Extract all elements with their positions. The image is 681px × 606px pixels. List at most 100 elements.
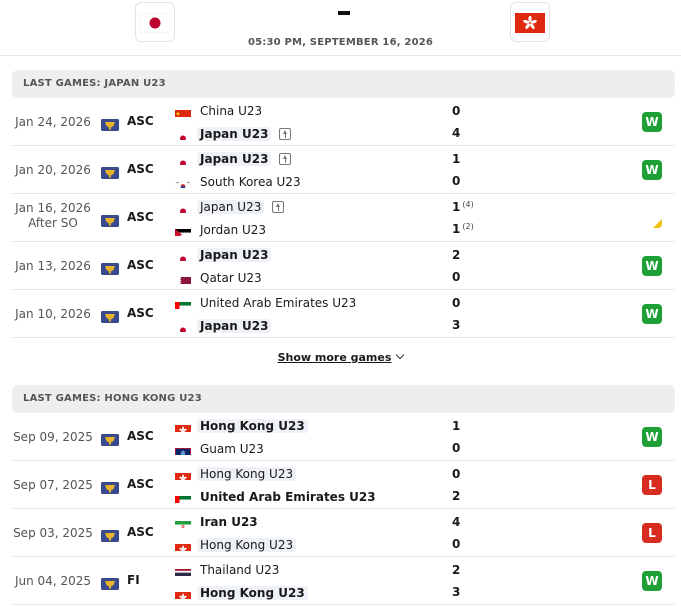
team-line[interactable]: Japan U23 <box>175 198 285 216</box>
team-name: Iran U23 <box>200 515 258 529</box>
team-name: Jordan U23 <box>200 223 267 237</box>
team-score: 4 <box>452 126 460 140</box>
match-date: Jan 20, 2026 <box>12 163 94 177</box>
result-badge: L <box>642 475 662 495</box>
competition-label: ASC <box>127 429 154 443</box>
score-value: 0 <box>452 441 461 455</box>
team-name: Hong Kong U23 <box>197 419 308 433</box>
team-line[interactable]: Japan U23 <box>175 246 272 264</box>
team-line[interactable]: China U23 <box>175 102 262 120</box>
score-separator <box>338 11 350 15</box>
match-date: Sep 07, 2025 <box>12 478 94 492</box>
team-line[interactable]: Hong Kong U23 <box>175 584 308 602</box>
team-line[interactable]: Jordan U23 <box>175 221 266 239</box>
result-badge: W <box>642 571 662 591</box>
flag-jp-icon <box>175 202 191 213</box>
competition-label: ASC <box>127 477 154 491</box>
team-line[interactable]: Guam U23 <box>175 440 264 458</box>
penalty-score: (4) <box>462 200 474 209</box>
score-value: 1 <box>452 419 461 433</box>
match-row[interactable]: Jan 10, 2026 ASC United Arab Emirates U23 0… <box>12 290 675 338</box>
score-value: 3 <box>452 318 461 332</box>
result-badge: W <box>642 208 662 228</box>
match-row[interactable]: Jan 16, 2026 After SO ASC Japan U23 1 (4) Jord… <box>12 194 675 242</box>
flag-kr-icon <box>175 177 191 188</box>
section-header-hong-kong: LAST GAMES: HONG KONG U23 <box>12 385 675 413</box>
team-score: 0 <box>452 174 460 188</box>
flag-jp-icon <box>175 129 191 140</box>
team-line[interactable]: United Arab Emirates U23 <box>175 294 356 312</box>
result-badge: W <box>642 304 662 324</box>
match-row[interactable]: Jan 20, 2026 ASC Japan U23 1 South Korea U23… <box>12 146 675 194</box>
team-line[interactable]: Qatar U23 <box>175 269 262 287</box>
trophy-badge-icon <box>101 479 119 498</box>
away-team-logo[interactable] <box>510 2 550 42</box>
team-name: Japan U23 <box>197 200 265 214</box>
match-row[interactable]: Jan 24, 2026 ASC China U23 0 Japan U23 4 W <box>12 98 675 146</box>
team-score: 0 <box>452 467 460 481</box>
team-score: 1 (4) <box>452 200 474 214</box>
match-date: Jan 10, 2026 <box>12 307 94 321</box>
team-score: 0 <box>452 441 460 455</box>
flag-gu-icon <box>175 444 191 455</box>
team-line[interactable]: Iran U23 <box>175 513 258 531</box>
competition-label: ASC <box>127 306 154 320</box>
trophy-badge-icon <box>101 116 119 135</box>
match-date-text: Jan 13, 2026 <box>15 259 91 273</box>
flag-jp-icon <box>175 321 191 332</box>
match-row[interactable]: Jan 13, 2026 ASC Japan U23 2 Qatar U23 0 W <box>12 242 675 290</box>
match-date: Jan 13, 2026 <box>12 259 94 273</box>
team-score: 2 <box>452 563 460 577</box>
flag-hk-icon <box>175 421 191 432</box>
team-line[interactable]: South Korea U23 <box>175 173 301 191</box>
result-badge: L <box>642 523 662 543</box>
match-row[interactable]: Sep 03, 2025 ASC Iran U23 4 Hong Kong U23 0 L <box>12 509 675 557</box>
team-line[interactable]: Japan U23 <box>175 150 292 168</box>
score-value: 4 <box>452 126 461 140</box>
score-value: 3 <box>452 585 461 599</box>
team-name: South Korea U23 <box>200 175 301 189</box>
match-date-text: Sep 03, 2025 <box>13 526 93 540</box>
trophy-badge-icon <box>101 212 119 231</box>
trophy-badge-icon <box>101 164 119 183</box>
show-more-games-link[interactable]: Show more games <box>0 350 681 364</box>
score-value: 1 <box>452 222 461 236</box>
team-line[interactable]: United Arab Emirates U23 <box>175 488 376 506</box>
team-score: 4 <box>452 515 460 529</box>
score-value: 1 <box>452 200 461 214</box>
team-score: 3 <box>452 318 460 332</box>
team-name: Qatar U23 <box>200 271 262 285</box>
team-score: 2 <box>452 248 460 262</box>
result-badge: W <box>642 160 662 180</box>
match-date: Sep 03, 2025 <box>12 526 94 540</box>
match-date: Jun 04, 2025 <box>12 574 94 588</box>
team-score: 0 <box>452 537 460 551</box>
team-score: 0 <box>452 270 460 284</box>
match-date-text: Sep 07, 2025 <box>13 478 93 492</box>
match-row[interactable]: Jun 04, 2025 FI Thailand U23 2 Hong Kong U23… <box>12 557 675 605</box>
team-line[interactable]: Hong Kong U23 <box>175 417 308 435</box>
competition-label: ASC <box>127 258 154 272</box>
home-team-logo[interactable] <box>135 2 175 42</box>
team-name: Japan U23 <box>197 127 272 141</box>
score-value: 0 <box>452 467 461 481</box>
team-line[interactable]: Japan U23 <box>175 125 292 143</box>
competition-label: FI <box>127 573 140 587</box>
match-header: 05:30 PM, SEPTEMBER 16, 2026 <box>0 0 681 56</box>
team-line[interactable]: Hong Kong U23 <box>175 536 297 554</box>
hong-kong-flag-icon <box>515 13 545 33</box>
match-date: Jan 16, 2026 After SO <box>12 201 94 231</box>
team-name: Hong Kong U23 <box>197 586 308 600</box>
team-score: 3 <box>452 585 460 599</box>
team-name: Hong Kong U23 <box>197 538 297 552</box>
team-line[interactable]: Japan U23 <box>175 317 272 335</box>
team-line[interactable]: Thailand U23 <box>175 561 279 579</box>
competition-label: ASC <box>127 162 154 176</box>
result-badge: W <box>642 112 662 132</box>
result-badge: W <box>642 427 662 447</box>
match-row[interactable]: Sep 09, 2025 ASC Hong Kong U23 1 Guam U23 0 W <box>12 413 675 461</box>
match-date-text: Jan 10, 2026 <box>15 307 91 321</box>
team-name: Japan U23 <box>197 152 272 166</box>
match-row[interactable]: Sep 07, 2025 ASC Hong Kong U23 0 United Arab… <box>12 461 675 509</box>
team-line[interactable]: Hong Kong U23 <box>175 465 297 483</box>
